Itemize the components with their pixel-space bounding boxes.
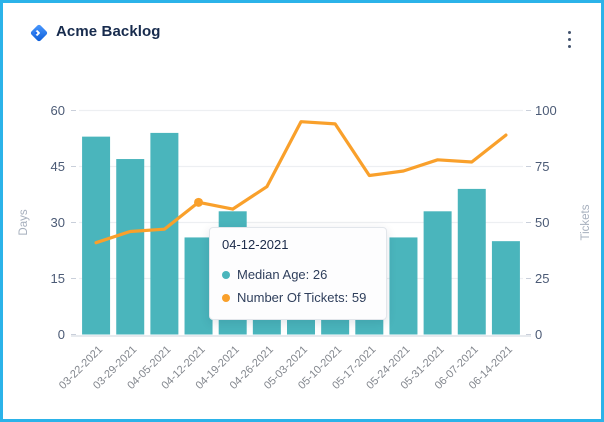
right-axis-tick-label: 25 <box>535 271 549 286</box>
chart-tooltip: 04-12-2021 Median Age: 26 Number Of Tick… <box>209 227 387 320</box>
bar-median-age[interactable] <box>150 133 178 335</box>
tooltip-row-tickets: Number Of Tickets: 59 <box>222 286 374 309</box>
combo-chart-canvas[interactable]: 0153045600255075100DaysTickets03-22-2021… <box>0 0 604 422</box>
left-axis-tick-label: 60 <box>51 103 65 118</box>
tooltip-median-age: Median Age: 26 <box>237 267 327 282</box>
bar-median-age[interactable] <box>116 159 144 334</box>
left-axis-title: Days <box>18 209 30 235</box>
tooltip-tickets: Number Of Tickets: 59 <box>237 290 366 305</box>
right-axis-tick-label: 100 <box>535 103 557 118</box>
bar-median-age[interactable] <box>82 137 110 335</box>
right-axis-tick-label: 75 <box>535 159 549 174</box>
tooltip-row-median-age: Median Age: 26 <box>222 263 374 286</box>
right-axis-tick-label: 50 <box>535 215 549 230</box>
left-axis-tick-label: 45 <box>51 159 65 174</box>
bar-median-age[interactable] <box>389 237 417 334</box>
series-dot-tickets <box>222 294 230 302</box>
bar-median-age[interactable] <box>492 241 520 334</box>
tooltip-date: 04-12-2021 <box>222 237 374 252</box>
bar-median-age[interactable] <box>458 189 486 335</box>
widget-frame: Acme Backlog 0153045600255075100DaysTick… <box>0 0 604 422</box>
left-axis-tick-label: 15 <box>51 271 65 286</box>
right-axis-tick-label: 0 <box>535 327 542 342</box>
left-axis-tick-label: 30 <box>51 215 65 230</box>
bar-median-age[interactable] <box>424 211 452 334</box>
left-axis-tick-label: 0 <box>58 327 65 342</box>
right-axis-title: Tickets <box>580 204 592 240</box>
hovered-point[interactable] <box>194 198 203 207</box>
series-dot-median-age <box>222 271 230 279</box>
